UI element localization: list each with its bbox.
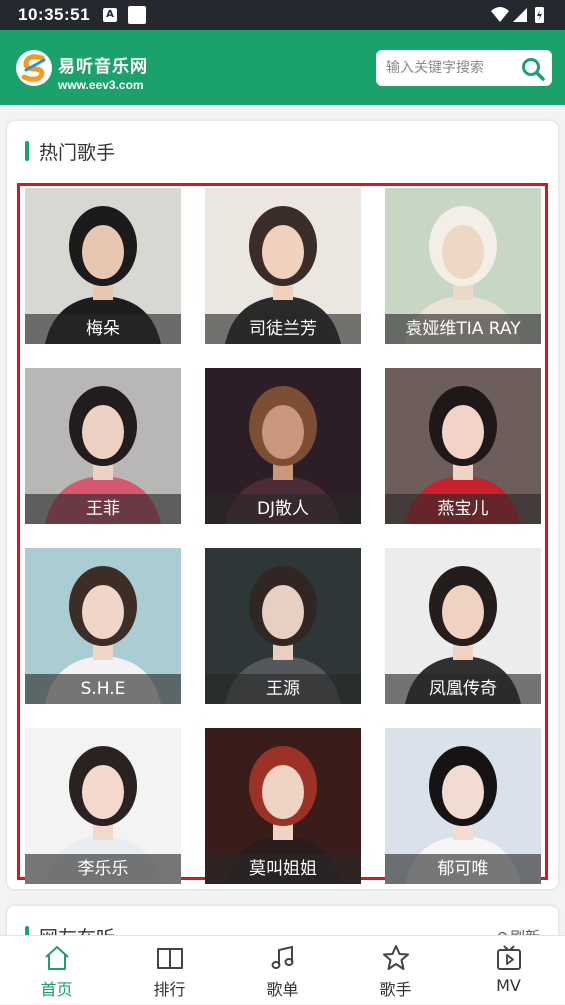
singer-name: S.H.E (25, 674, 181, 704)
singer-card[interactable]: DJ散人 (205, 368, 361, 524)
singer-card[interactable]: 王菲 (25, 368, 181, 524)
bottom-tab-bar: 首页 排行 歌单 歌手 MV (0, 935, 565, 1004)
tab-mv[interactable]: MV (452, 936, 565, 1005)
notification-a-icon: A (103, 8, 117, 22)
singer-name: DJ散人 (205, 494, 361, 524)
singer-name: 李乐乐 (25, 854, 181, 884)
tv-play-icon (497, 945, 521, 970)
tab-label: MV (496, 976, 521, 995)
singer-grid: 梅朵 司徒兰芳 袁娅维TIA RAY 王菲 DJ散人 燕宝儿 S.H.E 王源 凤凰传奇李乐乐莫… (17, 183, 548, 884)
search-input[interactable] (386, 50, 514, 86)
singer-name: 王菲 (25, 494, 181, 524)
app-header: 易听音乐网 www.eev3.com (0, 30, 565, 105)
singer-card[interactable]: 燕宝儿 (385, 368, 541, 524)
singer-card[interactable]: 莫叫姐姐 (205, 728, 361, 884)
tab-singers[interactable]: 歌手 (339, 936, 452, 1005)
logo-text: 易听音乐网 www.eev3.com (58, 52, 148, 92)
search-box (376, 50, 552, 86)
music-note-icon (271, 945, 294, 969)
singer-name: 王源 (205, 674, 361, 704)
status-bar: 10:35:51 A (0, 0, 565, 30)
singer-name: 郁可唯 (385, 854, 541, 884)
tab-label: 歌手 (379, 980, 412, 999)
notification-square-icon (128, 6, 146, 24)
tab-label: 首页 (40, 980, 73, 999)
tab-label: 歌单 (266, 980, 299, 999)
status-time: 10:35:51 (18, 5, 91, 24)
singer-name: 凤凰传奇 (385, 674, 541, 704)
singer-card[interactable]: 李乐乐 (25, 728, 181, 884)
status-icons (489, 5, 549, 29)
book-icon (157, 948, 183, 969)
singer-card[interactable]: 梅朵 (25, 188, 181, 344)
section-title: 热门歌手 (25, 138, 115, 165)
tab-home[interactable]: 首页 (0, 936, 113, 1005)
singer-name: 司徒兰芳 (205, 314, 361, 344)
tab-label: 排行 (153, 980, 186, 999)
singer-card[interactable]: 郁可唯 (385, 728, 541, 884)
tab-playlist[interactable]: 歌单 (226, 936, 339, 1005)
logo-url: www.eev3.com (58, 78, 144, 92)
search-button[interactable] (520, 56, 546, 82)
singer-card[interactable]: 袁娅维TIA RAY (385, 188, 541, 344)
star-icon (383, 945, 409, 970)
home-icon (45, 946, 69, 970)
singer-card[interactable]: 凤凰传奇 (385, 548, 541, 704)
tab-rank[interactable]: 排行 (113, 936, 226, 1005)
singer-name: 燕宝儿 (385, 494, 541, 524)
singer-name: 袁娅维TIA RAY (385, 314, 541, 344)
wifi-icon (491, 7, 509, 22)
logo[interactable] (14, 48, 54, 92)
search-icon (522, 58, 545, 81)
singer-name: 莫叫姐姐 (205, 854, 361, 884)
hot-singers-card: 热门歌手 梅朵 司徒兰芳 袁娅维TIA RAY 王菲 DJ散人 燕宝儿 S.H.E 王源 凤凰传… (7, 121, 558, 889)
singer-name: 梅朵 (25, 314, 181, 344)
singer-card[interactable]: 王源 (205, 548, 361, 704)
singer-card[interactable]: 司徒兰芳 (205, 188, 361, 344)
logo-name: 易听音乐网 (58, 57, 148, 77)
signal-icon (513, 8, 527, 22)
singer-card[interactable]: S.H.E (25, 548, 181, 704)
